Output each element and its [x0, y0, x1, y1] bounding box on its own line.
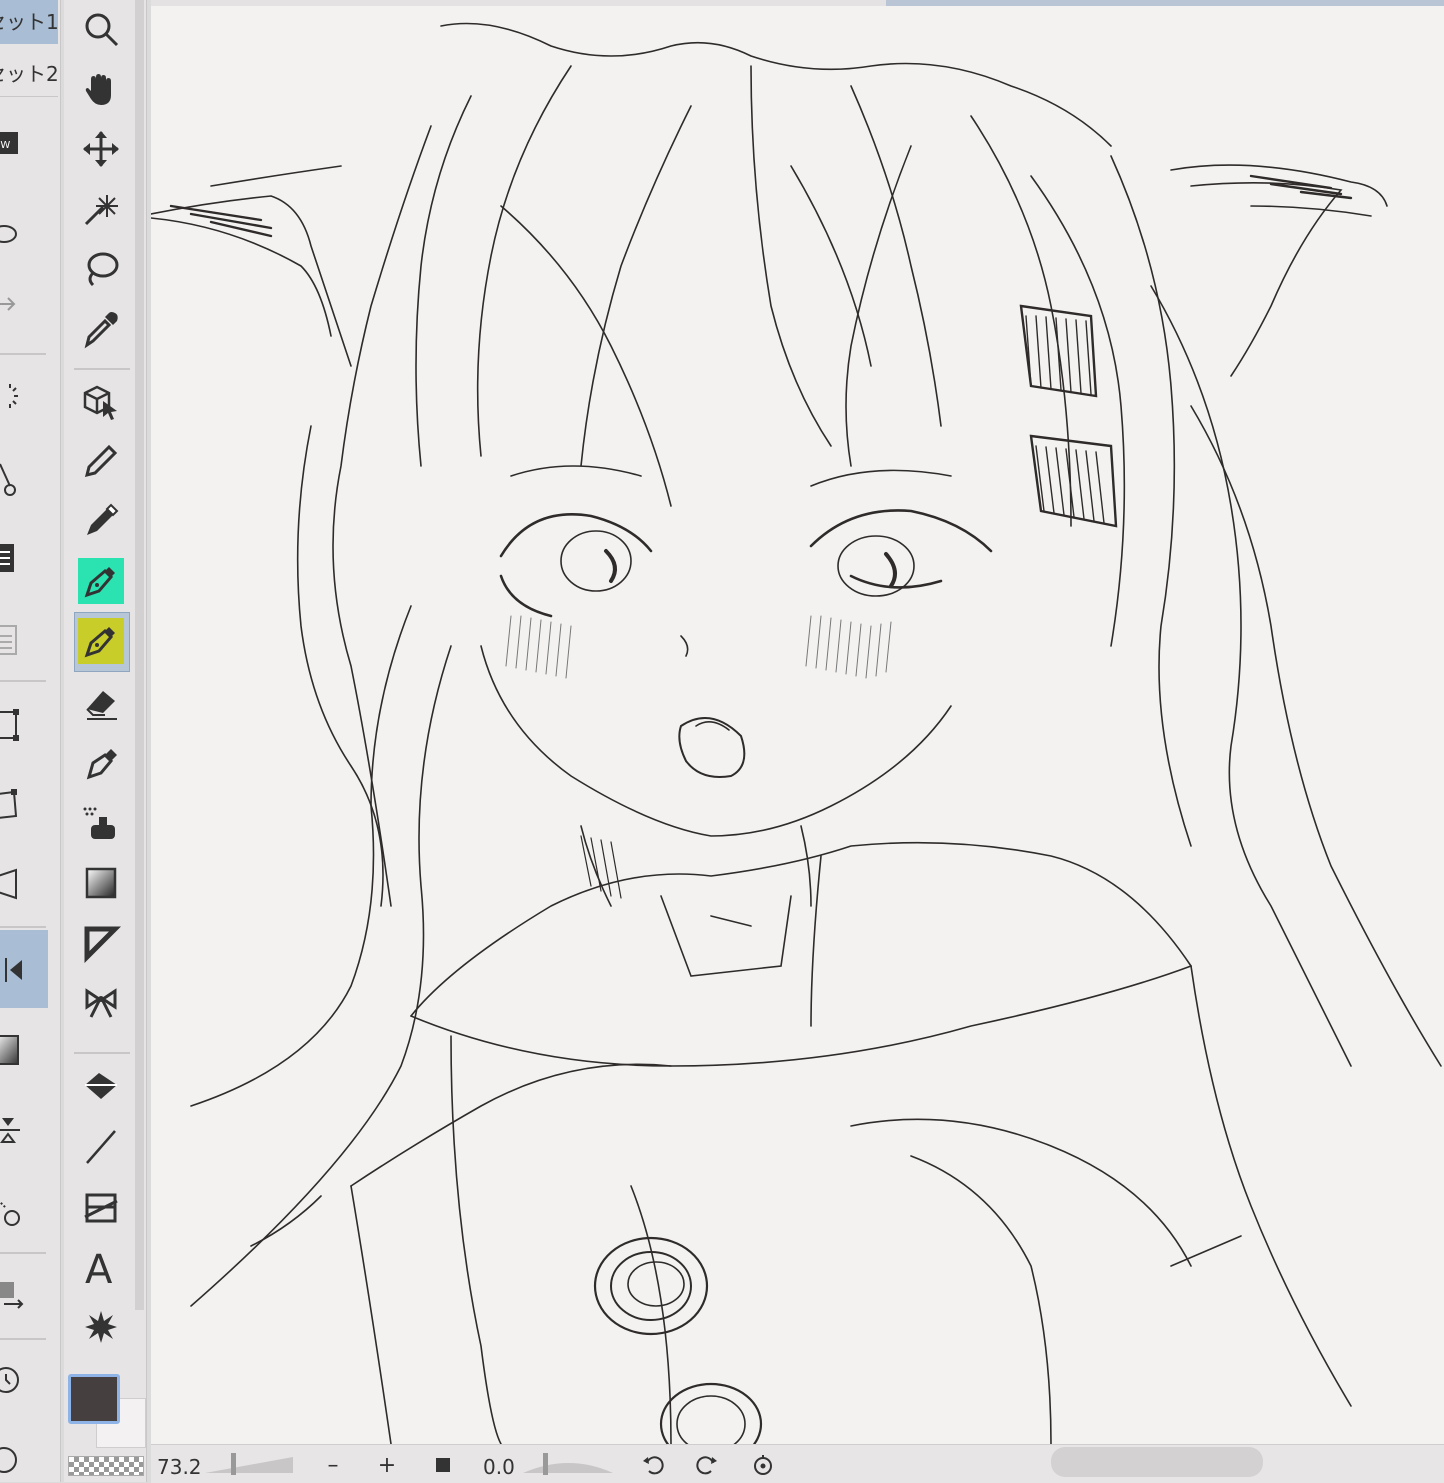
perspective-icon[interactable] — [0, 864, 40, 904]
hand-tool[interactable] — [78, 66, 124, 112]
toolbar-scrollbar[interactable] — [135, 0, 144, 1310]
clipboard-icon[interactable] — [0, 538, 40, 578]
reset-rotation-icon — [754, 1455, 772, 1475]
rotation-value: 0.0 — [483, 1455, 515, 1479]
history-icon-2[interactable] — [0, 1440, 40, 1480]
scissors-icon[interactable] — [0, 458, 40, 498]
redo-icon — [696, 1456, 717, 1475]
sketch-drawing — [151, 22, 1442, 1444]
sparkle-brush-icon[interactable] — [0, 378, 40, 418]
toolbar-divider — [74, 1052, 130, 1054]
new-layer-icon[interactable]: EW — [0, 124, 40, 164]
rotate-icon[interactable] — [0, 1192, 40, 1232]
text-tool[interactable]: A — [78, 1244, 124, 1290]
eyedropper-icon — [84, 312, 118, 349]
square-icon — [436, 1458, 450, 1472]
zoom-in-button[interactable]: + — [373, 1451, 401, 1479]
left-panel-divider — [0, 353, 46, 355]
foreground-color-chip[interactable] — [68, 1374, 120, 1424]
ruler-icon — [84, 1193, 118, 1223]
zoom-tool[interactable] — [78, 6, 124, 52]
drawing-canvas[interactable] — [151, 6, 1444, 1444]
sub-tool-panel: セット1 セット2 EW — [0, 0, 61, 1482]
nib-pen-icon — [84, 567, 115, 598]
airbrush-tool[interactable] — [78, 800, 124, 846]
auto-select-tool[interactable] — [78, 186, 124, 232]
svg-text:EW: EW — [0, 140, 10, 151]
letter-a-icon: A — [85, 1247, 113, 1287]
nib-pen-icon — [84, 627, 115, 658]
lasso-icon — [87, 252, 119, 287]
3d-operation-tool[interactable] — [78, 378, 124, 424]
ruler-tool[interactable] — [78, 1184, 124, 1230]
pen-active-tool[interactable] — [78, 618, 124, 664]
reset-rotation-button[interactable] — [749, 1451, 777, 1479]
effect-line-tool[interactable] — [78, 1304, 124, 1350]
eyedropper-tool[interactable] — [78, 306, 124, 352]
magnifier-icon — [85, 13, 119, 47]
marker-icon — [87, 503, 119, 535]
rotation-slider[interactable] — [523, 1453, 615, 1475]
pencil-tool[interactable] — [78, 438, 124, 484]
gradient-tool[interactable] — [78, 860, 124, 906]
fill-tool[interactable] — [78, 1064, 124, 1110]
replace-color-icon[interactable] — [0, 1276, 40, 1316]
eraser-icon — [86, 691, 117, 720]
horizontal-scrollbar-thumb[interactable] — [1051, 1447, 1263, 1477]
fit-screen-button[interactable] — [429, 1451, 457, 1479]
gradient-icon[interactable] — [0, 1030, 40, 1070]
triangle-ruler-icon — [84, 926, 121, 963]
flip-horizontal-icon[interactable] — [0, 950, 40, 990]
left-panel-divider — [0, 1252, 46, 1254]
zoom-out-button[interactable]: – — [319, 1451, 347, 1479]
brush-icon — [86, 749, 117, 780]
svg-text:A: A — [85, 1247, 113, 1287]
move-icon — [83, 131, 119, 167]
tab-set-1[interactable]: セット1 — [0, 0, 58, 44]
pen-tool[interactable] — [78, 498, 124, 544]
magic-wand-icon — [84, 195, 118, 226]
arrow-right-icon[interactable] — [0, 284, 40, 324]
paste-icon[interactable] — [0, 618, 40, 658]
free-transform-icon[interactable] — [0, 784, 40, 824]
lasso-tool[interactable] — [78, 246, 124, 292]
fountain-pen-tool[interactable] — [78, 740, 124, 786]
paint-bucket-icon — [85, 1073, 117, 1099]
airbrush-icon — [83, 807, 115, 839]
flip-vertical-icon[interactable] — [0, 1110, 40, 1150]
zoom-value: 73.2 — [157, 1455, 202, 1479]
line-tool[interactable] — [78, 1124, 124, 1170]
burst-icon — [85, 1311, 117, 1343]
rotate-right-button[interactable] — [693, 1451, 721, 1479]
rotate-left-button[interactable] — [639, 1451, 667, 1479]
frame-tool[interactable] — [78, 980, 124, 1026]
left-panel-divider — [0, 680, 46, 682]
toolbar-divider — [74, 368, 130, 370]
tab-set-2[interactable]: セット2 — [0, 52, 58, 97]
eraser-tool[interactable] — [78, 680, 124, 726]
transform-icon[interactable] — [0, 704, 40, 744]
hand-icon — [85, 74, 111, 105]
history-icon[interactable] — [0, 1360, 40, 1400]
line-icon — [86, 1130, 116, 1164]
left-panel-divider — [0, 926, 46, 928]
cube-cursor-icon — [83, 385, 117, 420]
undo-icon — [643, 1456, 664, 1475]
bow-icon — [85, 988, 117, 1018]
figure-tool[interactable] — [78, 920, 124, 966]
left-panel-divider — [0, 1338, 46, 1340]
g-pen-tool[interactable] — [78, 558, 124, 604]
lasso-shape-icon[interactable] — [0, 214, 40, 254]
transparent-color-chip[interactable] — [68, 1456, 144, 1476]
gradient-icon — [85, 867, 117, 899]
zoom-slider[interactable] — [205, 1453, 295, 1475]
pencil-icon — [84, 444, 118, 478]
canvas-status-bar: 73.2 – + 0.0 — [151, 1444, 1444, 1483]
move-tool[interactable] — [78, 126, 124, 172]
